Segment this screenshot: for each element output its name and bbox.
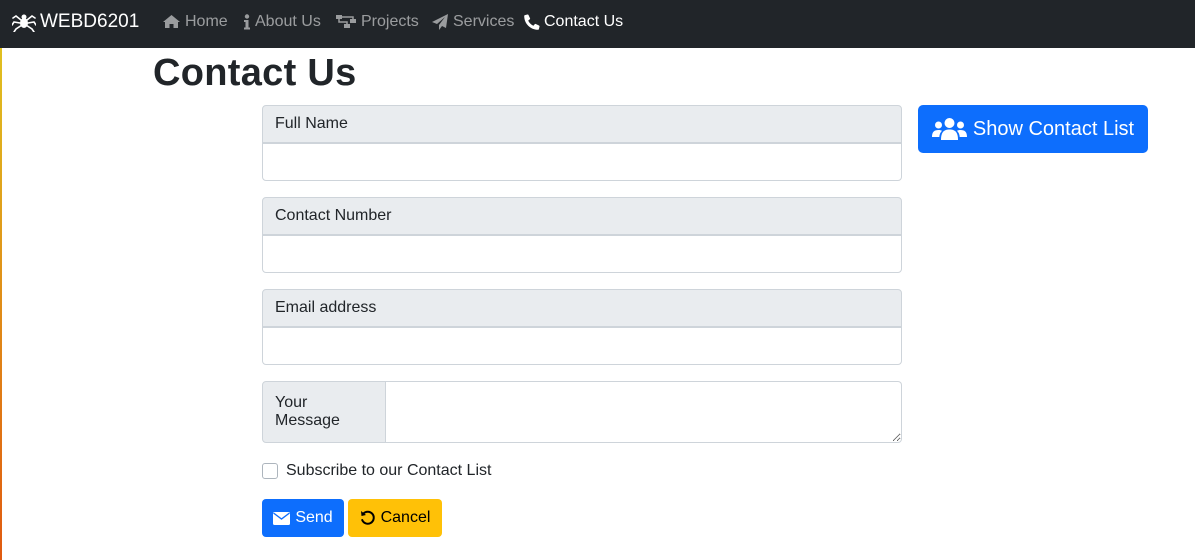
message-textarea[interactable] (386, 381, 902, 443)
brand-link[interactable]: WEBD6201 (12, 0, 139, 43)
nav-item-about-us[interactable]: About Us (243, 0, 321, 43)
contact-number-field[interactable] (262, 235, 902, 273)
subscribe-checkbox[interactable] (262, 463, 278, 479)
nav-item-services[interactable]: Services (432, 0, 514, 43)
nav-item-projects[interactable]: Projects (335, 0, 419, 43)
cancel-button-label: Cancel (380, 509, 431, 526)
send-button-label: Send (295, 509, 333, 526)
subscribe-label[interactable]: Subscribe to our Contact List (286, 462, 491, 480)
navbar: WEBD6201 Home About Us Projects Services (0, 0, 1195, 48)
info-icon (244, 13, 250, 29)
phone-icon (524, 13, 540, 30)
email-label: Email address (262, 289, 902, 327)
nav-item-label: Projects (361, 12, 419, 30)
send-button[interactable]: Send (262, 499, 344, 537)
nav-item-contact-us[interactable]: Contact Us (524, 0, 623, 43)
contact-number-group: Contact Number (262, 197, 902, 273)
full-name-label: Full Name (262, 105, 902, 143)
show-contact-list-button[interactable]: Show Contact List (918, 105, 1148, 153)
window-edge-decoration (0, 48, 2, 560)
contact-number-label: Contact Number (262, 197, 902, 235)
full-name-group: Full Name (262, 105, 902, 181)
email-group: Email address (262, 289, 902, 365)
paper-plane-icon (432, 13, 448, 30)
nav-item-label: Contact Us (544, 12, 624, 30)
message-label: Your Message (262, 381, 386, 443)
nav-item-label: About Us (255, 12, 321, 30)
full-name-field[interactable] (262, 143, 902, 181)
cancel-button[interactable]: Cancel (348, 499, 442, 537)
undo-icon (360, 510, 375, 525)
brand-text: WEBD6201 (40, 10, 140, 32)
subscribe-row: Subscribe to our Contact List (262, 462, 491, 480)
nav-item-home[interactable]: Home (162, 0, 228, 43)
message-group: Your Message (262, 381, 902, 443)
show-contact-list-label: Show Contact List (972, 117, 1135, 140)
spider-icon (12, 14, 36, 32)
email-field[interactable] (262, 327, 902, 365)
envelope-icon (273, 511, 291, 525)
page-title: Contact Us (153, 52, 357, 94)
home-icon (163, 15, 180, 28)
users-icon (931, 118, 967, 140)
nav-item-label: Home (185, 12, 228, 30)
nav-item-label: Services (453, 12, 515, 30)
sitemap-icon (336, 15, 356, 28)
